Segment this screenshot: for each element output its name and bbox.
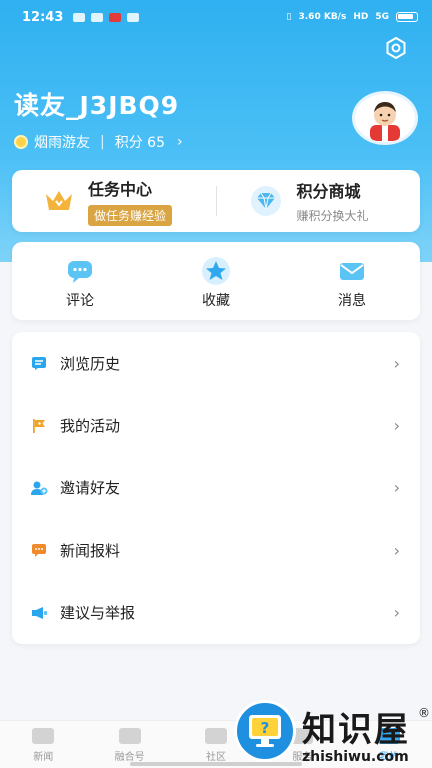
chevron-right-icon: › xyxy=(393,478,400,498)
task-center-title: 任务中心 xyxy=(88,180,153,199)
task-center-subtitle: 做任务赚经验 xyxy=(88,205,173,226)
menu-label: 浏览历史 xyxy=(60,354,121,373)
quick-comment-label: 评论 xyxy=(66,293,94,309)
menu-label: 我的活动 xyxy=(60,417,121,436)
profile-meta[interactable]: 烟雨游友 | 积分 65 › xyxy=(14,132,183,152)
tab-news[interactable]: 新闻 xyxy=(0,721,86,768)
status-time: 12:43 xyxy=(22,9,64,25)
community-icon xyxy=(205,728,228,744)
hd-badge: HD xyxy=(353,12,369,22)
settings-icon xyxy=(386,36,406,60)
level-badge-icon xyxy=(14,135,28,149)
megaphone-icon xyxy=(30,604,48,622)
meta-separator: | xyxy=(100,134,105,150)
menu-item-feedback[interactable]: 建议与举报 › xyxy=(12,582,420,644)
settings-button[interactable] xyxy=(384,36,408,60)
chevron-right-icon: › xyxy=(393,416,400,436)
battery-icon xyxy=(396,12,418,22)
points-mall-subtitle: 赚积分换大礼 xyxy=(296,209,369,223)
vibrate-icon: ▯ xyxy=(286,12,292,22)
watermark-title: 知识屋 xyxy=(302,710,410,750)
mail-icon xyxy=(337,258,367,284)
star-icon xyxy=(201,257,231,285)
points-mall-button[interactable]: 积分商城 赚积分换大礼 xyxy=(217,170,421,232)
notification-icon xyxy=(109,12,122,22)
points-label: 积分 65 xyxy=(114,135,165,151)
watermark-domain: zhishiwu.com xyxy=(302,749,409,765)
username[interactable]: 读友_J3JBQ9 xyxy=(14,86,179,122)
quick-messages-label: 消息 xyxy=(338,293,366,309)
level-label: 烟雨游友 xyxy=(34,135,90,151)
crown-icon xyxy=(46,191,72,210)
tab-label: 融合号 xyxy=(114,752,145,763)
quick-favorites-label: 收藏 xyxy=(202,293,230,309)
home-indicator xyxy=(130,762,302,766)
watermark: 知识屋 zhishiwu.com xyxy=(302,702,410,765)
menu-card: 浏览历史 › 我的活动 › 邀请好友 › 新闻报料 › 建议与举报 › xyxy=(12,332,420,644)
quick-comment[interactable]: 评论 xyxy=(12,242,148,320)
menu-item-news-tip[interactable]: 新闻报料 › xyxy=(12,519,420,581)
news-icon xyxy=(32,728,55,744)
notification-icon xyxy=(73,12,86,22)
menu-item-activities[interactable]: 我的活动 › xyxy=(12,394,420,456)
menu-item-history[interactable]: 浏览历史 › xyxy=(12,332,420,394)
notification-icon xyxy=(91,12,104,22)
tab-label: 新闻 xyxy=(33,752,54,763)
menu-item-invite[interactable]: 邀请好友 › xyxy=(12,457,420,519)
quick-actions-card: 评论 收藏 消息 xyxy=(12,242,420,320)
history-icon xyxy=(30,354,48,372)
menu-label: 邀请好友 xyxy=(60,479,121,498)
chevron-right-icon: › xyxy=(393,540,400,560)
task-center-button[interactable]: 任务中心 做任务赚经验 xyxy=(12,170,216,232)
chevron-right-icon: › xyxy=(393,353,400,373)
svg-text:?: ? xyxy=(261,719,270,737)
diamond-icon xyxy=(250,186,281,216)
flag-icon xyxy=(30,417,48,435)
watermark-registered: ® xyxy=(418,706,430,720)
notification-icons xyxy=(73,12,140,22)
comment-icon xyxy=(65,258,95,284)
status-bar: 12:43 ▯ 3.60 KB/s HD 5G xyxy=(0,0,432,34)
message-icon xyxy=(30,541,48,559)
tab-media[interactable]: 融合号 xyxy=(86,721,172,768)
tasks-card: 任务中心 做任务赚经验 积分商城 赚积分换大礼 xyxy=(12,170,420,232)
tab-label: 社区 xyxy=(206,752,227,763)
network-speed: 3.60 KB/s xyxy=(298,12,347,22)
menu-label: 新闻报料 xyxy=(60,541,121,560)
avatar[interactable] xyxy=(352,91,418,145)
quick-messages[interactable]: 消息 xyxy=(284,242,420,320)
chevron-right-icon: › xyxy=(393,603,400,623)
chevron-right-icon: › xyxy=(176,134,183,150)
watermark-logo-icon: ? xyxy=(234,700,296,762)
signal-label: 5G xyxy=(375,12,389,22)
notification-icon xyxy=(127,12,140,22)
avatar-icon xyxy=(370,102,400,141)
points-mall-title: 积分商城 xyxy=(296,182,361,201)
add-user-icon xyxy=(30,479,48,497)
video-icon xyxy=(118,728,141,744)
quick-favorites[interactable]: 收藏 xyxy=(148,242,284,320)
menu-label: 建议与举报 xyxy=(60,604,136,623)
